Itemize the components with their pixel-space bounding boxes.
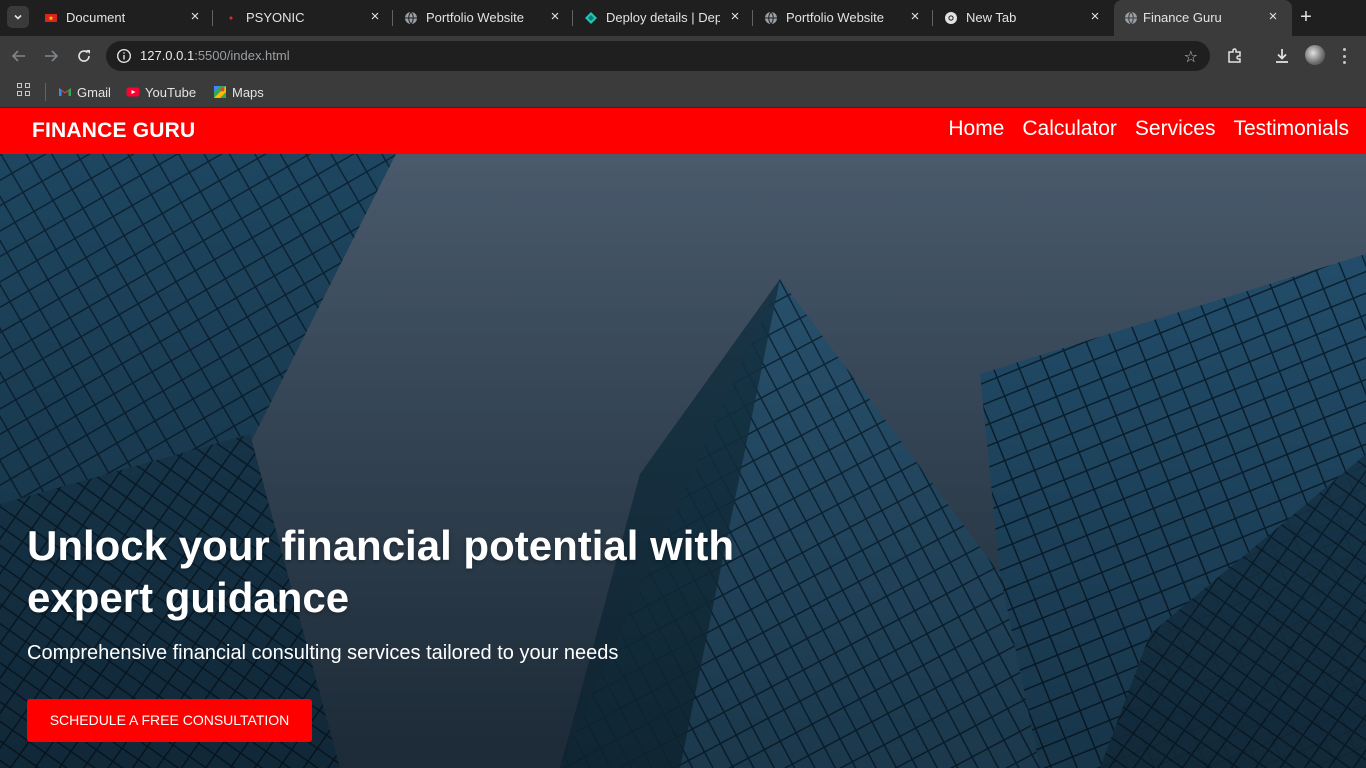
schedule-consultation-button[interactable]: SCHEDULE A FREE CONSULTATION — [27, 699, 312, 742]
tab-psyonic[interactable]: PSYONIC × — [214, 0, 392, 36]
flag-favicon-icon — [45, 14, 57, 22]
close-tab-icon[interactable]: × — [367, 9, 383, 25]
gmail-icon — [59, 88, 71, 96]
tab-portfolio-website-2[interactable]: Portfolio Website × — [754, 0, 932, 36]
url-text[interactable]: 127.0.0.1:5500/index.html — [140, 48, 290, 63]
tab-title: Document — [66, 10, 126, 25]
tab-title: Portfolio Website — [786, 10, 885, 25]
bookmark-youtube[interactable]: YouTube — [126, 82, 196, 102]
tab-title: Portfolio Website — [426, 10, 525, 25]
bookmarks-bar: Gmail YouTube Maps — [0, 76, 1366, 108]
bookmark-divider — [45, 83, 46, 101]
extensions-button[interactable] — [1225, 46, 1245, 66]
reload-button[interactable] — [74, 46, 94, 66]
tab-strip: Document × PSYONIC × Portfolio Website ×… — [0, 0, 1366, 36]
close-tab-icon[interactable]: × — [907, 9, 923, 25]
bookmark-label: Gmail — [77, 84, 111, 100]
close-tab-icon[interactable]: × — [1087, 9, 1103, 25]
tab-divider — [212, 10, 213, 26]
info-icon[interactable] — [116, 48, 132, 64]
address-bar[interactable]: 127.0.0.1:5500/index.html ☆ — [106, 41, 1210, 71]
nav-links: Home Calculator Services Testimonials — [948, 117, 1349, 141]
tab-title: New Tab — [966, 10, 1017, 25]
close-tab-icon[interactable]: × — [727, 9, 743, 25]
apps-grid-icon[interactable] — [17, 83, 30, 96]
forward-button[interactable] — [41, 46, 61, 66]
tab-title: PSYONIC — [246, 10, 305, 25]
browser-toolbar: 127.0.0.1:5500/index.html ☆ — [0, 36, 1366, 76]
globe-icon — [405, 11, 417, 25]
menu-kebab-icon[interactable] — [1341, 46, 1347, 66]
bookmark-maps[interactable]: Maps — [213, 82, 264, 102]
nav-link-calculator[interactable]: Calculator — [1022, 117, 1117, 141]
tab-search-button[interactable] — [7, 6, 29, 28]
tab-title: Finance Guru — [1143, 10, 1222, 25]
download-icon — [1276, 49, 1288, 63]
nav-link-testimonials[interactable]: Testimonials — [1233, 117, 1349, 141]
tab-divider — [752, 10, 753, 26]
new-tab-button[interactable]: + — [1296, 7, 1316, 27]
bookmark-label: YouTube — [145, 84, 197, 100]
tab-document[interactable]: Document × — [34, 0, 212, 36]
tab-deploy-details[interactable]: Deploy details | Dep × — [574, 0, 752, 36]
close-tab-icon[interactable]: × — [187, 9, 203, 25]
arrow-left-icon — [11, 50, 25, 62]
hero-title: Unlock your financial potential with exp… — [27, 522, 735, 621]
nav-link-home[interactable]: Home — [948, 117, 1004, 141]
globe-icon — [765, 11, 777, 25]
puzzle-piece-icon — [1228, 48, 1241, 63]
url-path: :5500/index.html — [194, 48, 290, 63]
tab-title: Deploy details | Dep — [606, 10, 720, 25]
arrow-right-icon — [45, 50, 59, 62]
tab-divider — [392, 10, 393, 26]
chrome-icon — [945, 12, 957, 24]
hero-background-image — [0, 154, 1366, 768]
bookmark-label: Maps — [232, 84, 264, 100]
site-brand-logo[interactable]: FINANCE GURU — [32, 119, 195, 143]
netlify-icon — [585, 12, 597, 24]
tab-new-tab[interactable]: New Tab × — [934, 0, 1112, 36]
nav-link-services[interactable]: Services — [1135, 117, 1216, 141]
site-navbar: FINANCE GURU Home Calculator Services Te… — [0, 108, 1366, 154]
bookmark-gmail[interactable]: Gmail — [58, 82, 111, 102]
globe-icon — [1125, 11, 1137, 25]
tab-divider — [572, 10, 573, 26]
close-tab-icon[interactable]: × — [547, 9, 563, 25]
close-tab-icon[interactable]: × — [1265, 9, 1281, 25]
bookmark-star-icon[interactable]: ☆ — [1184, 47, 1198, 67]
tab-finance-guru[interactable]: Finance Guru × — [1114, 0, 1292, 36]
tab-portfolio-website[interactable]: Portfolio Website × — [394, 0, 572, 36]
youtube-icon — [126, 87, 140, 97]
chevron-down-icon — [14, 14, 22, 20]
back-button[interactable] — [9, 46, 29, 66]
tab-divider — [932, 10, 933, 26]
reload-icon — [78, 50, 90, 62]
hero-subtitle: Comprehensive financial consulting servi… — [27, 642, 619, 664]
profile-avatar[interactable] — [1305, 45, 1325, 65]
downloads-button[interactable] — [1272, 46, 1292, 66]
url-host: 127.0.0.1 — [140, 48, 195, 63]
hero-section: Unlock your financial potential with exp… — [0, 154, 1366, 768]
maps-icon — [214, 86, 226, 98]
red-dot-favicon-icon — [229, 16, 233, 20]
